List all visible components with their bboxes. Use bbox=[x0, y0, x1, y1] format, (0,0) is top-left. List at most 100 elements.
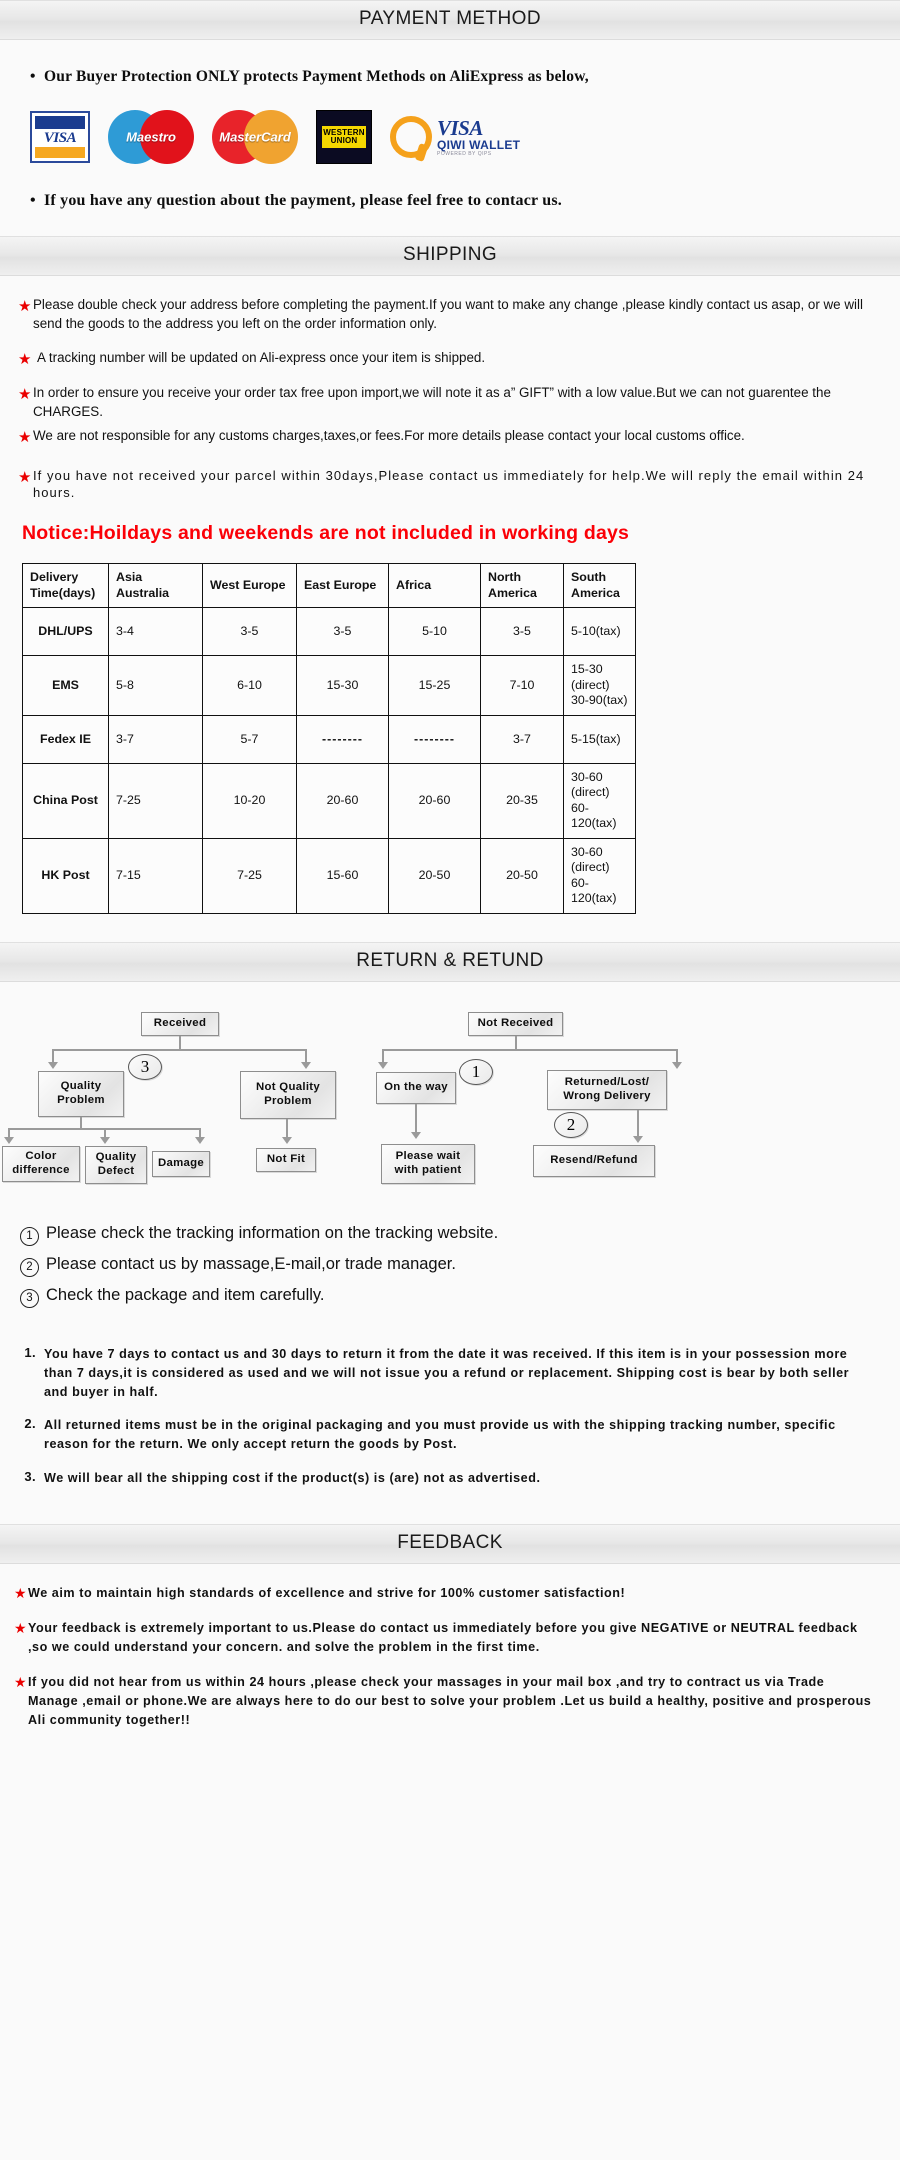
flow-connector bbox=[415, 1103, 417, 1134]
list-item-text: Check the package and item carefully. bbox=[46, 1285, 325, 1304]
flow-arrow bbox=[301, 1061, 311, 1069]
shipping-notice: Notice:Hoildays and weekends are not inc… bbox=[22, 522, 630, 545]
flow-node-returned-lost-wrong-delivery: Returned/Lost/ Wrong Delivery bbox=[547, 1069, 667, 1110]
maestro-logo-label: Maestro bbox=[126, 129, 176, 145]
row-label: China Post bbox=[22, 762, 109, 839]
header-text-north-america: North America bbox=[488, 570, 537, 600]
table-cell: 30-60 (direct) 60-120(tax) bbox=[563, 762, 636, 839]
qiwi-wallet-logo: VISA QIWI WALLET POWERED BY QIPS bbox=[390, 116, 520, 158]
flow-arrow bbox=[378, 1061, 388, 1069]
bullet-icon: • bbox=[30, 192, 36, 209]
list-item: 2 Please contact us by massage,E-mail,or… bbox=[20, 1255, 900, 1277]
table-row: EMS 5-8 6-10 15-30 15-25 7-10 15-30 (dir… bbox=[22, 655, 636, 716]
western-union-line2: UNION bbox=[330, 136, 358, 145]
table-cell: 30-60 (direct) 60-120(tax) bbox=[563, 837, 636, 914]
return-numbered-list: 1 Please check the tracking information … bbox=[0, 1210, 900, 1327]
western-union-plate: WESTERN UNION bbox=[322, 126, 366, 148]
star-icon: ★ bbox=[14, 1674, 27, 1691]
section-title-feedback: FEEDBACK bbox=[397, 1531, 503, 1553]
return-flowchart: Received 3 Quality Problem Not Quality P… bbox=[0, 1004, 900, 1204]
star-icon: ★ bbox=[18, 468, 32, 486]
list-item-text: Please contact us by massage,E-mail,or t… bbox=[46, 1254, 456, 1273]
feedback-bullet-text: If you did not hear from us within 24 ho… bbox=[28, 1675, 872, 1728]
table-header-row: Delivery Time(days) Asia Australia West … bbox=[22, 563, 636, 609]
circle-number-icon: 1 bbox=[20, 1226, 39, 1246]
table-row: Fedex IE 3-7 5-7 -------- -------- 3-7 5… bbox=[22, 714, 636, 764]
flow-arrow bbox=[672, 1061, 682, 1069]
table-header-cell: West Europe bbox=[202, 563, 297, 609]
table-cell: 5-10(tax) bbox=[563, 607, 636, 657]
header-text-africa: Africa bbox=[396, 578, 432, 593]
table-header-cell: Delivery Time(days) bbox=[22, 563, 109, 609]
list-item: 3. We will bear all the shipping cost if… bbox=[20, 1469, 870, 1488]
flow-node-quality-problem: Quality Problem bbox=[38, 1070, 124, 1117]
payment-intro-text: Our Buyer Protection ONLY protects Payme… bbox=[44, 68, 589, 85]
flow-arrow bbox=[4, 1136, 14, 1144]
table-cell: 5-7 bbox=[202, 714, 297, 764]
flow-node-not-quality-problem: Not Quality Problem bbox=[240, 1070, 336, 1119]
flow-connector bbox=[637, 1109, 639, 1138]
payment-logo-row: VISA Maestro MasterCard WESTERN UNION VI… bbox=[0, 86, 900, 184]
star-icon: ★ bbox=[18, 429, 32, 447]
table-cell: 5-10 bbox=[388, 607, 481, 657]
flow-badge-1: 1 bbox=[459, 1058, 493, 1085]
shipping-bullet: ★ If you have not received your parcel w… bbox=[0, 467, 900, 503]
shipping-section: SHIPPING ★ Please double check your addr… bbox=[0, 236, 900, 942]
feedback-bullet: ★ We aim to maintain high standards of e… bbox=[0, 1584, 900, 1603]
flow-node-please-wait-with-patient: Please wait with patient bbox=[381, 1143, 475, 1184]
table-row: HK Post 7-15 7-25 15-60 20-50 20-50 30-6… bbox=[22, 837, 636, 914]
table-row: DHL/UPS 3-4 3-5 3-5 5-10 3-5 5-10(tax) bbox=[22, 607, 636, 657]
shipping-bullet-text: If you have not received your parcel wit… bbox=[33, 467, 865, 501]
delivery-table-wrapper: Delivery Time(days) Asia Australia West … bbox=[0, 559, 900, 936]
flow-connector bbox=[382, 1048, 677, 1051]
table-cell: 20-50 bbox=[480, 837, 564, 914]
feedback-bullet: ★ If you did not hear from us within 24 … bbox=[0, 1673, 900, 1730]
payment-intro-line: • Our Buyer Protection ONLY protects Paym… bbox=[0, 40, 900, 86]
return-refund-section: RETURN & RETUND Received 3 Quality Probl… bbox=[0, 941, 900, 1524]
flow-arrow bbox=[282, 1136, 292, 1144]
flow-connector bbox=[382, 1048, 384, 1063]
table-cell: 5-8 bbox=[108, 655, 203, 716]
visa-logo-label: VISA bbox=[43, 129, 77, 146]
star-icon: ★ bbox=[18, 298, 32, 315]
shipping-bullet-text: We are not responsible for any customs c… bbox=[33, 428, 745, 444]
table-cell: 3-7 bbox=[480, 714, 564, 764]
table-cell: 15-25 bbox=[388, 655, 481, 716]
table-row: China Post 7-25 10-20 20-60 20-60 20-35 … bbox=[22, 762, 636, 839]
flow-node-damage: Damage bbox=[152, 1150, 210, 1177]
policy-text: You have 7 days to contact us and 30 day… bbox=[44, 1346, 850, 1400]
flow-connector bbox=[52, 1048, 54, 1063]
flow-arrow bbox=[195, 1136, 205, 1144]
flow-arrow bbox=[48, 1061, 58, 1069]
policy-text: All returned items must be in the origin… bbox=[44, 1418, 836, 1452]
header-text-south-america: South America bbox=[571, 570, 620, 600]
header-text-east-europe: East Europe bbox=[304, 578, 377, 593]
flow-arrow bbox=[100, 1136, 110, 1144]
list-item: 3 Check the package and item carefully. bbox=[20, 1286, 900, 1308]
table-cell: 7-10 bbox=[480, 655, 564, 716]
header-text-delivery-time: Delivery Time(days) bbox=[30, 570, 96, 600]
table-header-cell: Asia Australia bbox=[108, 563, 203, 609]
table-header-cell: East Europe bbox=[296, 563, 389, 609]
feedback-bullet-text: Your feedback is extremely important to … bbox=[28, 1620, 858, 1654]
table-cell: 20-50 bbox=[388, 837, 481, 914]
feedback-section: FEEDBACK ★ We aim to maintain high stand… bbox=[0, 1523, 900, 1755]
section-header-shipping: SHIPPING bbox=[0, 236, 900, 276]
section-header-payment: PAYMENT METHOD bbox=[0, 0, 900, 40]
shipping-bullet-text: A tracking number will be updated on Ali… bbox=[37, 350, 486, 365]
flow-connector bbox=[305, 1048, 307, 1063]
shipping-bullet: ★ Please double check your address befor… bbox=[0, 296, 900, 333]
qiwi-q-icon bbox=[390, 116, 432, 158]
table-cell: 3-5 bbox=[296, 607, 389, 657]
table-cell: 3-5 bbox=[480, 607, 564, 657]
flow-arrow bbox=[633, 1135, 643, 1143]
visa-logo: VISA bbox=[30, 111, 90, 163]
section-title-shipping: SHIPPING bbox=[403, 244, 497, 265]
return-policy-list: 1. You have 7 days to contact us and 30 … bbox=[0, 1327, 900, 1524]
table-header-cell: Africa bbox=[388, 563, 481, 609]
row-label: Fedex IE bbox=[22, 714, 109, 764]
table-cell: 7-15 bbox=[108, 837, 203, 914]
flow-connector bbox=[515, 1035, 517, 1050]
flow-connector bbox=[52, 1048, 306, 1051]
header-text-asia-australia: Asia Australia bbox=[116, 570, 170, 600]
